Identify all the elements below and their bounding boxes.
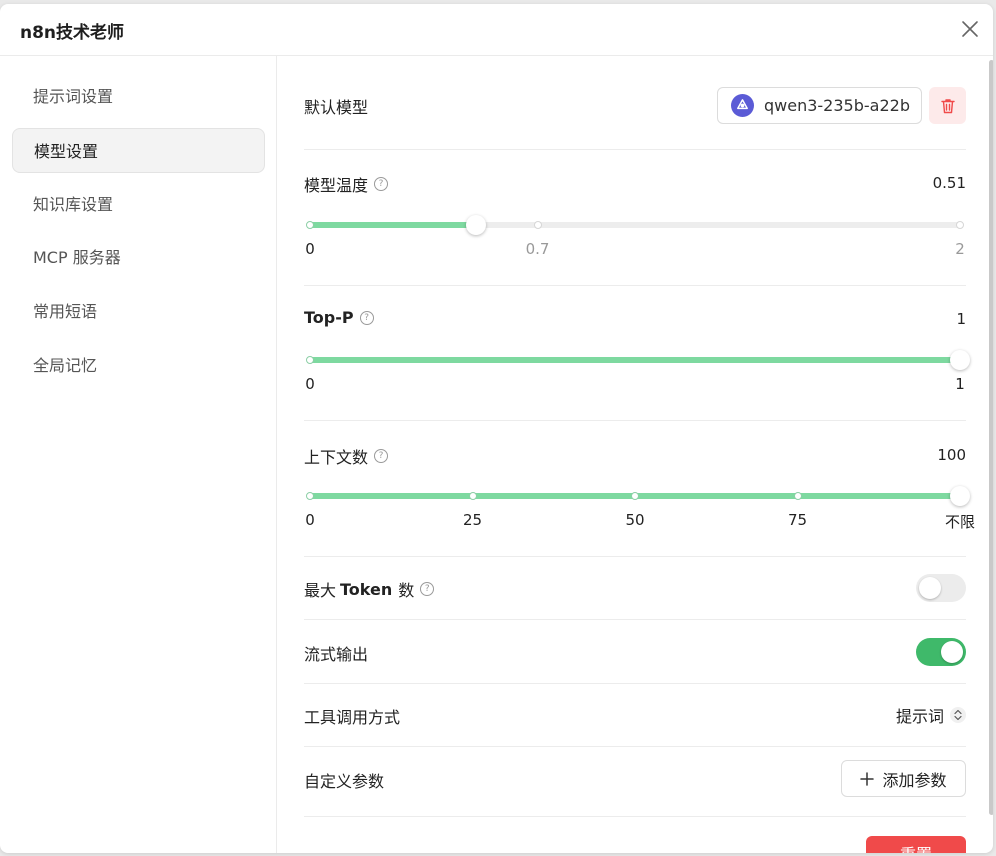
slider-mark <box>306 356 314 364</box>
model-logo-icon <box>731 94 754 117</box>
top-p-slider[interactable] <box>306 350 970 370</box>
add-param-button[interactable]: 添加参数 <box>841 760 966 797</box>
close-icon[interactable] <box>959 18 981 40</box>
slider-mark <box>306 221 314 229</box>
model-settings-panel: 默认模型 qwen3-235b-a22b 模型温度 ? 0.51 0 0.7 2 <box>277 56 993 853</box>
slider-tick-label: 不限 <box>944 513 976 531</box>
divider <box>304 619 966 620</box>
divider <box>304 285 966 286</box>
temperature-slider[interactable] <box>306 215 964 235</box>
slider-fill <box>310 357 960 363</box>
divider <box>304 149 966 150</box>
custom-params-label: 自定义参数 <box>304 772 385 791</box>
assistant-settings-dialog: n8n技术老师 提示词设置 模型设置 知识库设置 MCP 服务器 常用短语 全局… <box>0 4 993 853</box>
slider-thumb[interactable] <box>950 350 970 370</box>
max-tokens-label: 最大 Token 数 ? <box>304 577 435 601</box>
slider-tick-label: 0 <box>305 240 315 258</box>
slider-tick-label: 0.7 <box>525 240 550 258</box>
sidebar-item-knowledge[interactable]: 知识库设置 <box>12 182 265 227</box>
divider <box>304 746 966 747</box>
top-p-value: 1 <box>956 310 966 328</box>
sidebar-item-model[interactable]: 模型设置 <box>12 128 265 173</box>
stream-output-label: 流式输出 <box>304 645 369 664</box>
slider-mark <box>631 492 639 500</box>
dialog-title: n8n技术老师 <box>20 23 125 43</box>
divider <box>304 816 966 817</box>
context-count-label: 上下文数 ? <box>304 444 389 468</box>
slider-tick-label: 0 <box>305 511 315 529</box>
context-count-slider[interactable] <box>306 486 970 506</box>
up-down-chevron-icon <box>950 707 966 723</box>
max-tokens-toggle[interactable] <box>916 574 966 602</box>
scrollbar[interactable] <box>989 60 993 815</box>
slider-tick-label: 1 <box>955 375 965 393</box>
dialog-header: n8n技术老师 <box>0 4 993 56</box>
help-icon[interactable]: ? <box>374 177 389 191</box>
slider-tick-label: 50 <box>625 511 645 529</box>
model-name: qwen3-235b-a22b <box>764 96 910 115</box>
slider-mark <box>956 221 964 229</box>
settings-sidebar: 提示词设置 模型设置 知识库设置 MCP 服务器 常用短语 全局记忆 <box>0 56 277 853</box>
help-icon[interactable]: ? <box>420 582 435 596</box>
toggle-knob <box>919 577 941 599</box>
slider-thumb[interactable] <box>465 215 486 235</box>
temperature-value: 0.51 <box>932 174 966 192</box>
sidebar-item-memory[interactable]: 全局记忆 <box>12 343 265 388</box>
slider-tick-label: 0 <box>305 375 315 393</box>
sidebar-item-prompt[interactable]: 提示词设置 <box>12 74 265 119</box>
stream-output-toggle[interactable] <box>916 638 966 666</box>
slider-mark <box>793 492 802 500</box>
slider-tick-label: 2 <box>955 240 965 258</box>
model-selector[interactable]: qwen3-235b-a22b <box>717 87 922 124</box>
divider <box>304 556 966 557</box>
slider-mark <box>468 492 477 500</box>
context-count-value: 100 <box>937 446 966 464</box>
divider <box>304 683 966 684</box>
top-p-label: Top-P ? <box>304 308 374 327</box>
divider <box>304 420 966 421</box>
plus-icon <box>860 771 875 786</box>
sidebar-item-phrases[interactable]: 常用短语 <box>12 289 265 334</box>
help-icon[interactable]: ? <box>359 310 374 325</box>
slider-mark <box>533 221 542 229</box>
toggle-knob <box>941 641 963 663</box>
trash-icon <box>940 98 955 113</box>
temperature-label: 模型温度 ? <box>304 172 389 196</box>
tool-call-mode-select[interactable]: 提示词 <box>896 703 966 727</box>
reset-button[interactable]: 重置 <box>866 836 966 853</box>
help-icon[interactable]: ? <box>374 449 389 463</box>
delete-model-button[interactable] <box>929 87 966 124</box>
default-model-label: 默认模型 <box>304 98 369 117</box>
tool-call-mode-label: 工具调用方式 <box>304 708 401 727</box>
slider-fill <box>310 222 476 228</box>
slider-tick-label: 25 <box>462 511 483 529</box>
slider-tick-label: 75 <box>787 511 808 529</box>
slider-mark <box>306 492 314 500</box>
slider-thumb[interactable] <box>950 486 970 506</box>
sidebar-item-mcp[interactable]: MCP 服务器 <box>12 235 265 280</box>
